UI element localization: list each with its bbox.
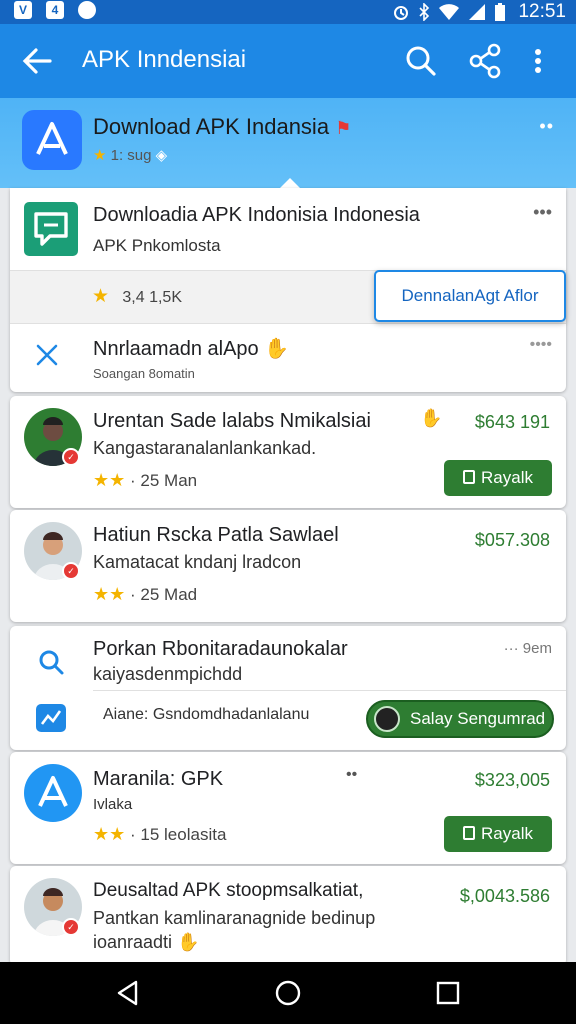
apk-logo-icon <box>24 764 82 822</box>
chart-icon <box>36 704 66 732</box>
item-sub: kaiyasdenmpichdd <box>93 664 243 684</box>
more-icon[interactable]: •• <box>346 766 357 784</box>
lock-icon <box>463 470 476 484</box>
vodafone-icon: V <box>14 1 32 19</box>
tag-icon: ◈ <box>155 147 168 164</box>
signal-icon <box>469 4 486 20</box>
verified-badge-icon: ✓ <box>62 562 80 580</box>
list-item[interactable]: Maranila: GPK •• Ivlaka ★★ · 15 leolasit… <box>10 752 566 864</box>
item-sub: Kamatacat kndanj lradcon <box>93 552 302 572</box>
flag-icon: ⚑ <box>335 118 352 138</box>
featured-title[interactable]: Downloadia APK Indonisia Indonesia <box>93 204 420 227</box>
more-icon[interactable]: •••• <box>530 336 552 354</box>
stars-icon: ★★ <box>93 824 126 844</box>
item-price: $643 191 <box>474 412 550 432</box>
search-icon[interactable] <box>36 648 66 678</box>
item-sub: Pantkan kamlinaranagnide bedinup <box>93 908 376 928</box>
buy-button[interactable]: Rayalk <box>444 816 552 852</box>
item-detail: Aiane: Gsndomdhadanlalanu <box>103 706 310 723</box>
wifi-icon <box>439 4 460 20</box>
verified-badge-icon: ✓ <box>62 918 80 936</box>
item-title: Maranila: GPK <box>93 768 224 790</box>
home-nav-icon[interactable] <box>274 979 302 1007</box>
clock-time: 12:51 <box>518 1 566 22</box>
chat-app-icon <box>24 202 78 256</box>
back-arrow-icon[interactable] <box>20 44 54 78</box>
hand-icon: ✋ <box>264 338 290 360</box>
more-icon[interactable]: ··· 9em <box>504 640 552 657</box>
item-rating: ★★ · 25 Mad <box>93 584 198 604</box>
more-vert-icon[interactable] <box>528 43 548 79</box>
list-item[interactable]: Porkan Rbonitaradaunokalar kaiyasdenmpic… <box>10 626 566 750</box>
item-rating: ★★ · 25 Man <box>93 470 198 490</box>
list-item[interactable]: ✓ Hatiun Rscka Patla Sawlael Kamatacat k… <box>10 510 566 622</box>
item-title: Deusaltad APK stoopmsalkatiat, <box>93 880 364 901</box>
buy-button[interactable]: Rayalk <box>444 460 552 496</box>
battery-icon <box>495 3 506 21</box>
verified-badge-icon: ✓ <box>62 448 80 466</box>
banner-pointer <box>280 178 300 188</box>
star-icon: ★ <box>92 286 110 307</box>
stars-icon: ★★ <box>93 470 126 490</box>
hand-icon: ✋ <box>177 932 200 952</box>
banner-title: Download APK Indansia ⚑ <box>93 114 352 139</box>
item-price: $323,005 <box>474 770 550 790</box>
item-title: Hatiun Rscka Patla Sawlael <box>93 524 339 546</box>
item-rating: ★★ · 15 leolasita <box>93 824 227 844</box>
second-item-sub: Soangan 8omatin <box>93 366 195 381</box>
app-bar: APK Inndensiai <box>0 24 576 98</box>
follow-button[interactable]: Salay Sengumrad <box>366 700 554 738</box>
lock-icon <box>463 826 476 840</box>
circle-icon <box>78 1 96 19</box>
item-price: $057.308 <box>474 530 550 550</box>
featured-rating: ★ 3,4 1,5K <box>92 286 182 307</box>
banner-more[interactable]: •• <box>539 116 554 137</box>
banner-sub: ★ 1: sug ◈ <box>93 147 168 164</box>
featured-sub: APK Pnkomlosta <box>93 236 221 255</box>
item-sub: Kangastaranalanlankankad. <box>93 438 317 458</box>
apk-logo-icon <box>22 110 82 170</box>
back-nav-icon[interactable] <box>114 979 142 1007</box>
navigation-bar <box>0 962 576 1024</box>
notification-icon: 4 <box>46 1 64 19</box>
close-icon[interactable] <box>32 340 62 370</box>
item-price: $,0043.586 <box>459 886 550 906</box>
item-sub: Ivlaka <box>93 796 133 813</box>
featured-card: Downloadia APK Indonisia Indonesia APK P… <box>10 188 566 392</box>
item-title: Porkan Rbonitaradaunokalar <box>93 638 348 660</box>
hand-icon: ✋ <box>420 408 443 428</box>
share-icon[interactable] <box>468 43 502 79</box>
list-item[interactable]: ✓ Deusaltad APK stoopmsalkatiat, Pantkan… <box>10 866 566 966</box>
search-icon[interactable] <box>404 43 438 79</box>
status-bar: V 4 12:51 <box>0 0 576 24</box>
second-item-title[interactable]: Nnrlaamadn alApo ✋ <box>93 336 289 361</box>
more-icon[interactable]: ••• <box>533 202 552 223</box>
avatar <box>374 706 400 732</box>
bluetooth-icon <box>419 3 430 21</box>
item-detail: ioanraadti ✋ <box>93 932 200 952</box>
stars-icon: ★★ <box>93 584 126 604</box>
list-item[interactable]: ✓ Urentan Sade lalabs Nmikalsiai ✋ Kanga… <box>10 396 566 508</box>
item-title: Urentan Sade lalabs Nmikalsiai <box>93 410 371 432</box>
app-bar-title: APK Inndensiai <box>82 46 247 73</box>
divider <box>93 690 566 691</box>
alarm-icon <box>394 6 409 20</box>
recents-nav-icon[interactable] <box>434 979 462 1007</box>
app-banner[interactable]: Download APK Indansia ⚑ ★ 1: sug ◈ •• <box>0 98 576 188</box>
featured-cta-button[interactable]: DennalanAgt Aflor <box>374 270 566 322</box>
star-icon: ★ <box>93 147 107 164</box>
